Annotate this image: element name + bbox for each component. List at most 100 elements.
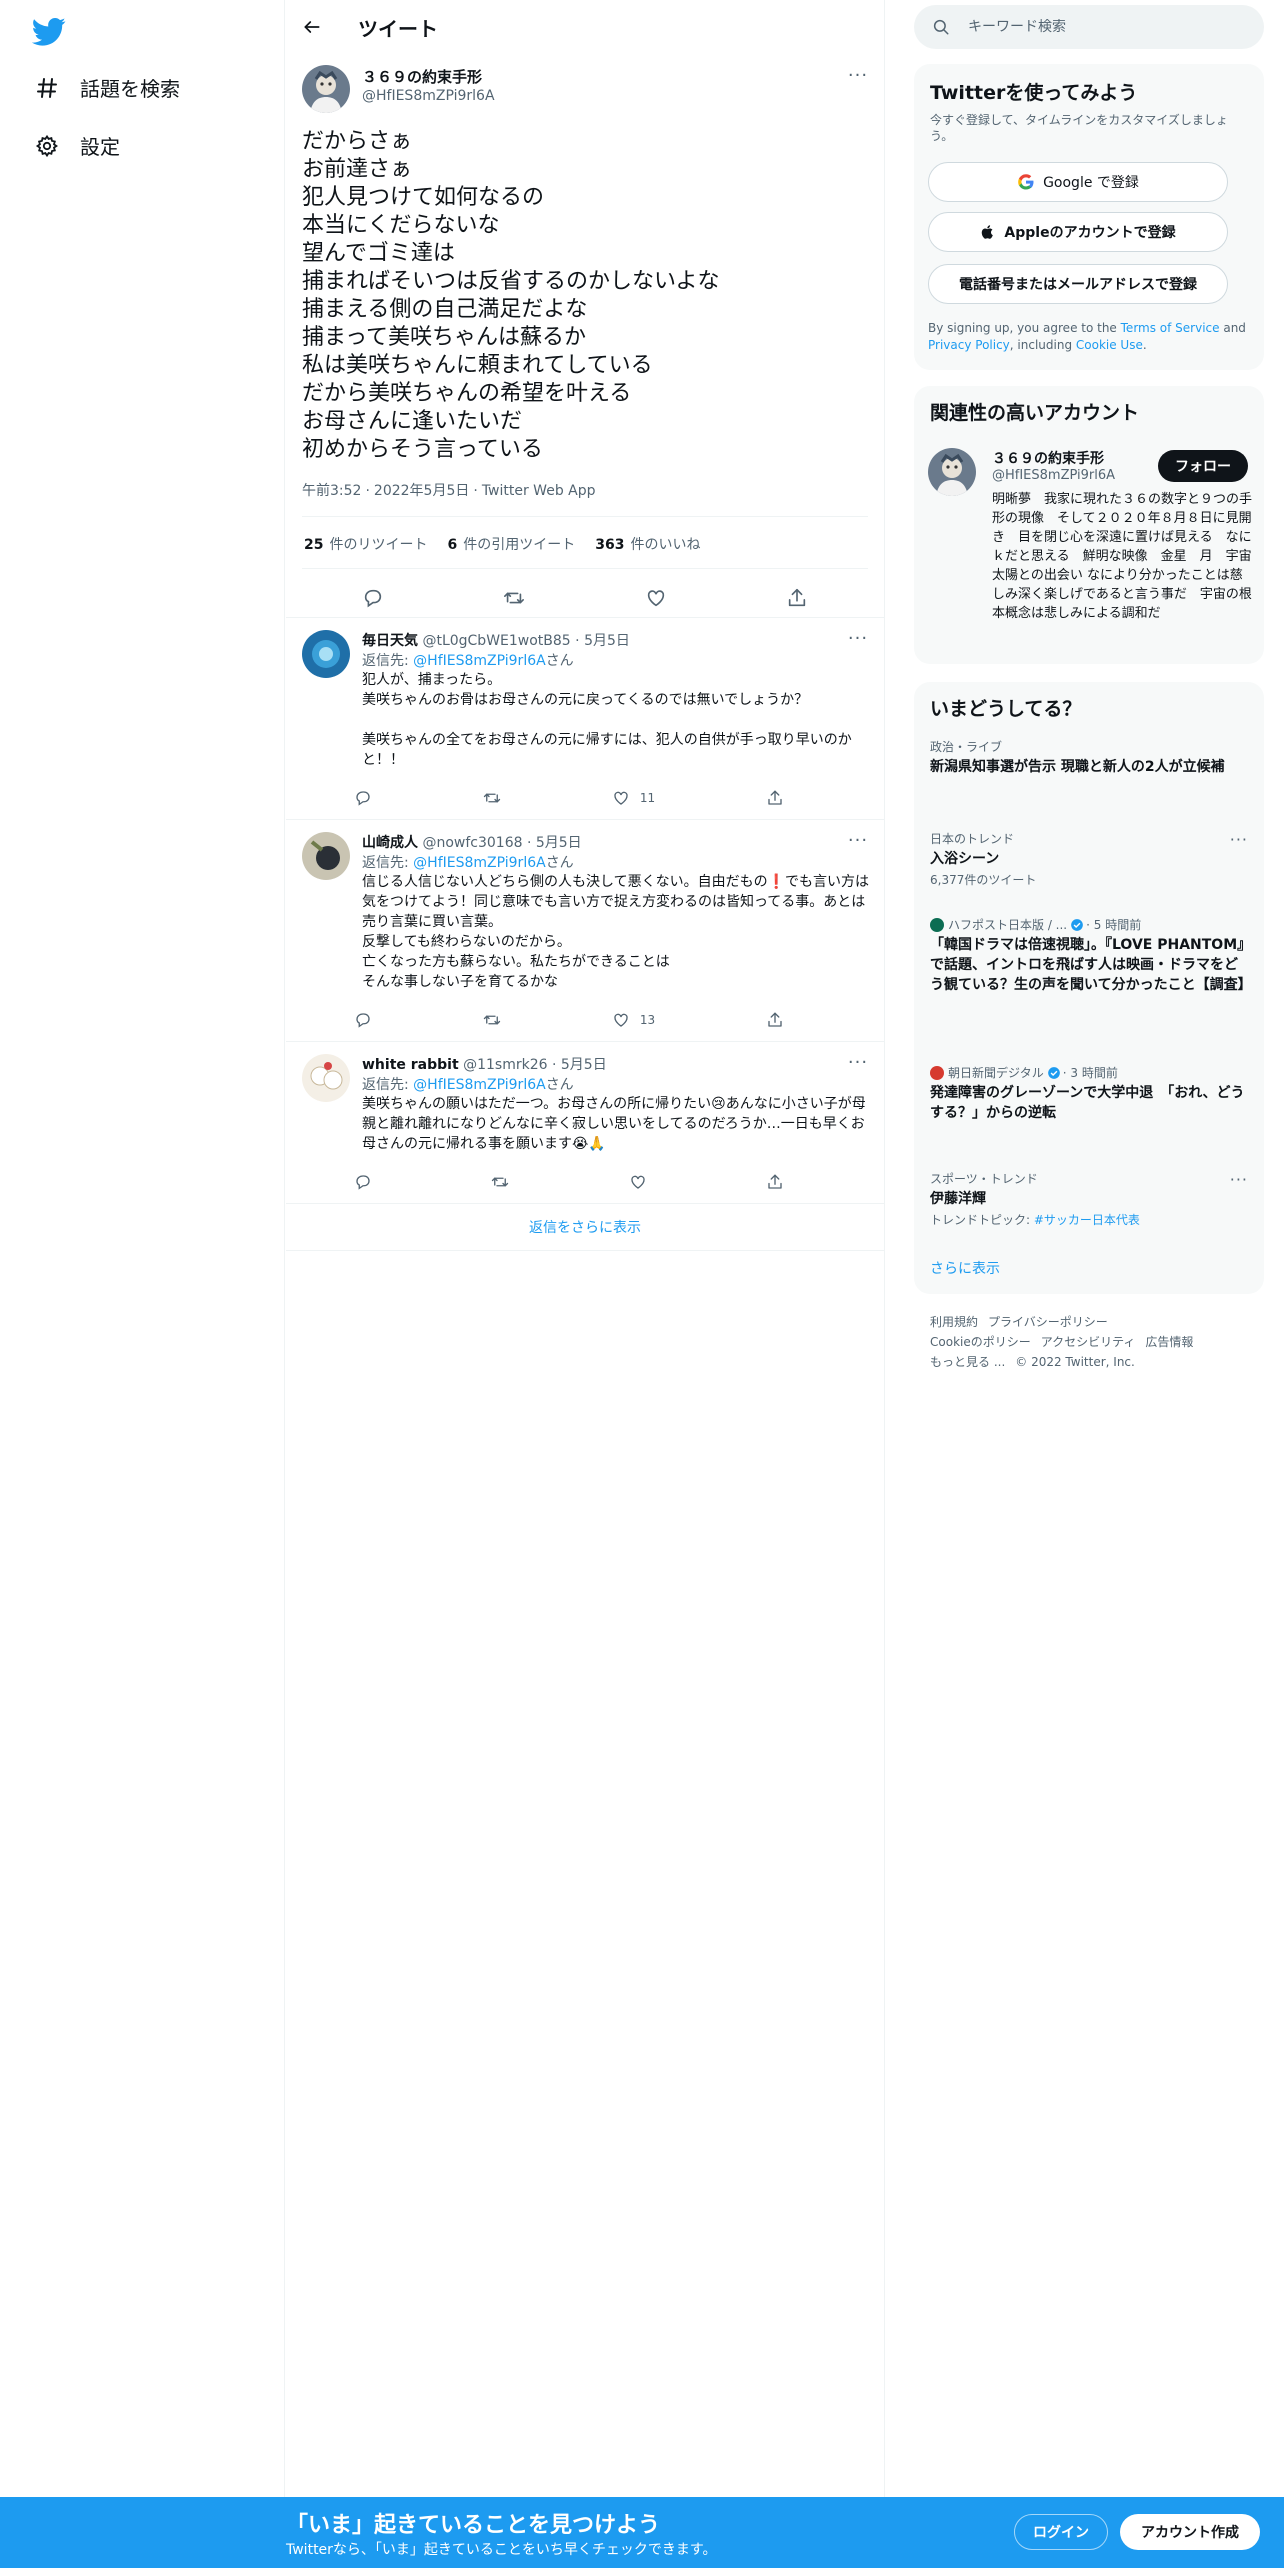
reply-author-name[interactable]: white rabbit <box>362 1057 459 1073</box>
copyright: © 2022 Twitter, Inc. <box>1015 1355 1135 1369</box>
reply-tweet[interactable]: 毎日天気 @tL0gCbWE1wotB85 · 5月5日 ··· 返信先: @H… <box>286 617 884 819</box>
reply-tweet[interactable]: white rabbit @11smrk26 · 5月5日 ··· 返信先: @… <box>286 1041 884 1203</box>
trend-topic-link[interactable]: #サッカー日本代表 <box>1034 1213 1140 1227</box>
tweet-time[interactable]: 午前3:52 <box>302 483 361 499</box>
trend-tweet-count: 6,377件のツイート <box>930 873 1037 887</box>
likes-stat[interactable]: 363 件のいいね <box>595 534 700 554</box>
login-button[interactable]: ログイン <box>1014 2514 1108 2550</box>
tweet-source[interactable]: Twitter Web App <box>482 483 596 499</box>
retweet-button[interactable] <box>483 789 501 807</box>
more-options-button[interactable]: ··· <box>846 64 870 86</box>
like-button[interactable] <box>645 587 667 609</box>
reply-date[interactable]: · 5月5日 <box>575 633 630 649</box>
google-signup-button[interactable]: Google で登録 <box>928 162 1228 202</box>
quotes-stat[interactable]: 6 件の引用ツイート <box>447 534 575 554</box>
retweets-count: 25 <box>304 537 324 553</box>
heart-icon <box>647 590 664 607</box>
phone-email-signup-button[interactable]: 電話番号またはメールアドレスで登録 <box>928 264 1228 304</box>
tweet-date[interactable]: 2022年5月5日 <box>374 483 469 499</box>
publisher-avatar <box>930 917 944 932</box>
footer-link-more[interactable]: もっと見る ... <box>930 1355 1005 1369</box>
avatar[interactable] <box>302 65 350 113</box>
nav-settings[interactable]: 設定 <box>34 131 120 160</box>
retweet-button[interactable] <box>483 1011 501 1029</box>
footer-link-accessibility[interactable]: アクセシビリティ <box>1041 1335 1136 1349</box>
google-signup-label: Google で登録 <box>1043 175 1139 191</box>
related-account-handle[interactable]: @HfIES8mZPi9rl6A <box>992 468 1115 483</box>
apple-signup-button[interactable]: Appleのアカウントで登録 <box>928 212 1228 252</box>
reply-author-name[interactable]: 山崎成人 <box>362 835 418 851</box>
ellipsis-icon: ··· <box>847 64 869 86</box>
share-button[interactable] <box>766 789 784 807</box>
legal-text: By signing up, you agree to the <box>928 321 1121 335</box>
retweet-button[interactable] <box>503 587 525 609</box>
reply-author-handle[interactable]: @tL0gCbWE1wotB85 <box>422 633 570 649</box>
like-button[interactable]: 13 <box>612 1011 655 1029</box>
terms-link[interactable]: Terms of Service <box>1121 321 1220 335</box>
avatar[interactable] <box>302 630 350 678</box>
news-item[interactable]: 朝日新聞デジタル · 3 時間前 発達障害のグレーゾーンで大学中退 「おれ、どう… <box>930 1064 1248 1123</box>
reply-date[interactable]: · 5月5日 <box>552 1057 607 1073</box>
more-options-button[interactable]: ··· <box>846 628 870 649</box>
author-handle[interactable]: @HfIES8mZPi9rl6A <box>362 88 495 104</box>
meta-separator: · <box>473 483 478 499</box>
trend-item[interactable]: 政治・ライブ 新潟県知事選が告示 現職と新人の2人が立候補 <box>930 738 1248 777</box>
like-button[interactable]: 11 <box>612 789 655 807</box>
footer-link-cookies[interactable]: Cookieのポリシー <box>930 1335 1031 1349</box>
privacy-link[interactable]: Privacy Policy <box>928 338 1010 352</box>
avatar[interactable] <box>302 832 350 880</box>
trend-more-button[interactable]: ··· <box>1230 1170 1248 1189</box>
search-input[interactable] <box>968 19 1228 35</box>
twitter-logo-icon[interactable] <box>31 14 66 48</box>
reply-button[interactable] <box>362 587 384 609</box>
reply-button[interactable] <box>354 1173 372 1191</box>
retweet-button[interactable] <box>491 1173 509 1191</box>
avatar[interactable] <box>928 448 976 496</box>
reply-author-handle[interactable]: @11smrk26 <box>463 1057 547 1073</box>
news-item[interactable]: ハフポスト日本版 / ... · 5 時間前 「韓国ドラマは倍速視聴」。『LOV… <box>930 916 1252 995</box>
trends-show-more-link[interactable]: さらに表示 <box>930 1258 1000 1278</box>
trend-item[interactable]: スポーツ・トレンド 伊藤洋輝 トレンドトピック: #サッカー日本代表 ··· <box>930 1170 1248 1228</box>
create-account-button[interactable]: アカウント作成 <box>1120 2514 1260 2550</box>
footer-link-terms[interactable]: 利用規約 <box>930 1315 978 1329</box>
reply-to-link[interactable]: @HfIES8mZPi9rl6A <box>413 1077 546 1093</box>
share-button[interactable] <box>766 1173 784 1191</box>
follow-button[interactable]: フォロー <box>1158 450 1248 482</box>
more-options-button[interactable]: ··· <box>846 830 870 851</box>
divider <box>302 516 868 517</box>
author-name[interactable]: ３６９の約束手形 <box>362 66 482 87</box>
reply-to-link[interactable]: @HfIES8mZPi9rl6A <box>413 855 546 871</box>
back-button[interactable] <box>296 11 328 43</box>
trend-item[interactable]: 日本のトレンド 入浴シーン 6,377件のツイート ··· <box>930 830 1248 888</box>
reply-author-handle[interactable]: @nowfc30168 <box>422 835 522 851</box>
reply-author-name[interactable]: 毎日天気 <box>362 633 418 649</box>
reply-icon <box>364 589 381 608</box>
cookie-link[interactable]: Cookie Use <box>1076 338 1143 352</box>
reply-button[interactable] <box>354 789 372 807</box>
show-more-replies-link[interactable]: 返信をさらに表示 <box>286 1203 884 1251</box>
left-nav: 話題を検索 設定 <box>0 0 285 2500</box>
like-button[interactable] <box>629 1173 647 1191</box>
nav-explore[interactable]: 話題を検索 <box>34 73 180 102</box>
reply-to-line: 返信先: @HfIES8mZPi9rl6Aさん <box>362 650 574 670</box>
reply-to-suffix: さん <box>545 855 574 871</box>
reply-actions <box>354 1170 784 1194</box>
trend-more-button[interactable]: ··· <box>1230 830 1248 849</box>
share-button[interactable] <box>786 587 808 609</box>
reply-tweet[interactable]: 山崎成人 @nowfc30168 · 5月5日 ··· 返信先: @HfIES8… <box>286 819 884 1041</box>
footer-link-ads[interactable]: 広告情報 <box>1145 1335 1193 1349</box>
related-account-name[interactable]: ３６９の約束手形 <box>992 448 1104 468</box>
retweets-label: 件のリツイート <box>329 537 428 553</box>
avatar[interactable] <box>302 1054 350 1102</box>
share-button[interactable] <box>766 1011 784 1029</box>
reply-button[interactable] <box>354 1011 372 1029</box>
reply-to-link[interactable]: @HfIES8mZPi9rl6A <box>413 653 546 669</box>
more-options-button[interactable]: ··· <box>846 1052 870 1073</box>
arrow-left-icon <box>304 21 320 33</box>
reply-to-prefix: 返信先: <box>362 855 414 871</box>
trend-topic: トレンドトピック: #サッカー日本代表 <box>930 1211 1248 1228</box>
retweets-stat[interactable]: 25 件のリツイート <box>304 534 427 554</box>
footer-link-privacy[interactable]: プライバシーポリシー <box>988 1315 1108 1329</box>
search-box[interactable] <box>914 5 1264 49</box>
reply-date[interactable]: · 5月5日 <box>527 835 582 851</box>
